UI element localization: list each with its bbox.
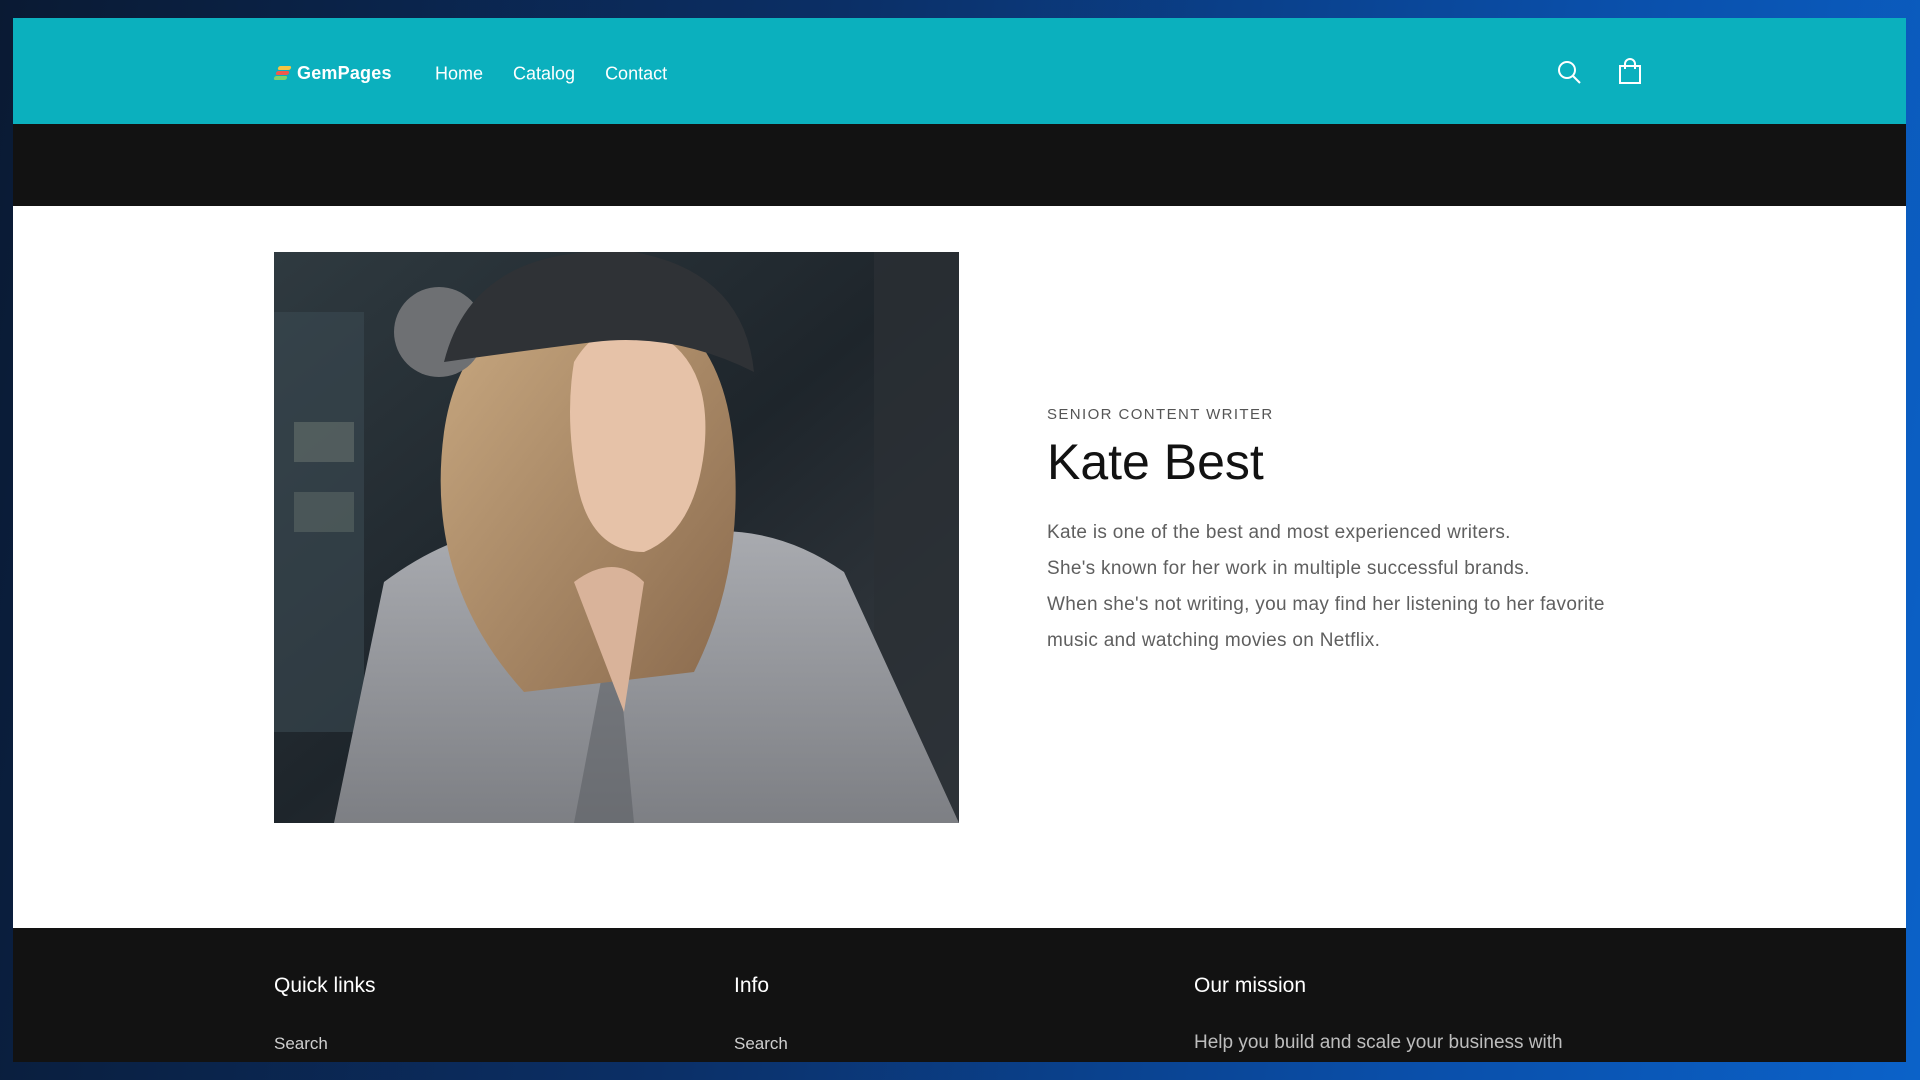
bio: Kate is one of the best and most experie… — [1047, 515, 1687, 659]
profile-text: SENIOR CONTENT WRITER Kate Best Kate is … — [1047, 406, 1687, 659]
footer-link-search[interactable]: Search — [274, 1034, 376, 1054]
bio-line: She's known for her work in multiple suc… — [1047, 558, 1530, 579]
nav-contact[interactable]: Contact — [605, 64, 667, 85]
main-nav: Home Catalog Contact — [435, 64, 667, 85]
site-footer: Quick links Search Info Search Our missi… — [13, 928, 1906, 1062]
person-name: Kate Best — [1047, 434, 1264, 490]
footer-mission: Our mission Help you build and scale you… — [1194, 974, 1674, 1054]
profile-photo — [274, 252, 959, 823]
footer-heading: Our mission — [1194, 974, 1307, 997]
profile-section: SENIOR CONTENT WRITER Kate Best Kate is … — [13, 206, 1906, 928]
announcement-band — [13, 124, 1906, 206]
footer-heading: Info — [734, 974, 770, 997]
gempages-logo-icon — [273, 65, 292, 81]
mission-text: Help you build and scale your business w… — [1194, 1032, 1563, 1053]
bio-line: When she's not writing, you may find her… — [1047, 594, 1605, 615]
footer-link-search[interactable]: Search — [734, 1034, 788, 1054]
cart-icon[interactable] — [1614, 56, 1646, 88]
browser-page: GemPages Home Catalog Contact SENIOR CON… — [13, 18, 1906, 1062]
job-title: SENIOR CONTENT WRITER — [1047, 406, 1274, 423]
site-header: GemPages Home Catalog Contact — [13, 18, 1906, 124]
nav-home[interactable]: Home — [435, 64, 483, 85]
header-icons — [1553, 56, 1646, 88]
search-icon[interactable] — [1553, 56, 1585, 88]
footer-quick-links: Quick links Search — [274, 974, 376, 1054]
footer-heading: Quick links — [274, 974, 376, 997]
logo-text: GemPages — [297, 62, 392, 83]
nav-catalog[interactable]: Catalog — [513, 64, 575, 85]
bio-line: Kate is one of the best and most experie… — [1047, 522, 1511, 543]
bio-line: music and watching movies on Netflix. — [1047, 630, 1381, 651]
footer-info: Info Search — [734, 974, 788, 1054]
site-logo[interactable]: GemPages — [273, 58, 392, 88]
